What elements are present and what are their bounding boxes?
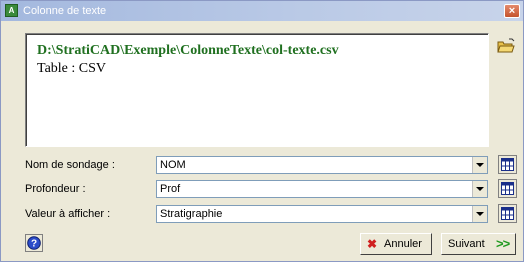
table-grid-icon bbox=[501, 182, 514, 195]
title-bar[interactable]: A Colonne de texte × bbox=[1, 1, 523, 21]
table-grid-icon bbox=[501, 207, 514, 220]
profondeur-table-button[interactable] bbox=[498, 179, 517, 198]
help-button[interactable]: ? bbox=[25, 234, 43, 252]
field-label-valeur: Valeur à afficher : bbox=[25, 208, 111, 220]
help-icon: ? bbox=[27, 236, 41, 250]
close-button[interactable]: × bbox=[504, 4, 520, 18]
nom-sondage-value: NOM bbox=[160, 159, 186, 171]
next-arrows-icon: >> bbox=[496, 236, 510, 251]
profondeur-value: Prof bbox=[160, 183, 181, 195]
open-file-button[interactable] bbox=[496, 37, 516, 55]
cancel-icon: ✖ bbox=[367, 237, 378, 251]
field-label-profondeur: Profondeur : bbox=[25, 183, 86, 195]
valeur-table-button[interactable] bbox=[498, 204, 517, 223]
valeur-value: Stratigraphie bbox=[160, 208, 223, 220]
file-info-box[interactable]: D:\StratiCAD\Exemple\ColonneTexte\col-te… bbox=[25, 33, 489, 147]
next-button[interactable]: Suivant >> bbox=[441, 233, 516, 255]
nom-sondage-dropdown-arrow[interactable] bbox=[472, 157, 487, 173]
valeur-select[interactable]: Stratigraphie bbox=[156, 205, 488, 223]
field-label-nom-sondage: Nom de sondage : bbox=[25, 159, 115, 171]
app-icon: A bbox=[5, 4, 18, 17]
valeur-dropdown-arrow[interactable] bbox=[472, 206, 487, 222]
table-grid-icon bbox=[501, 158, 514, 171]
chevron-down-icon bbox=[476, 187, 484, 191]
window-title: Colonne de texte bbox=[23, 5, 107, 17]
nom-sondage-table-button[interactable] bbox=[498, 155, 517, 174]
profondeur-dropdown-arrow[interactable] bbox=[472, 181, 487, 197]
cancel-button-label: Annuler bbox=[384, 238, 422, 250]
nom-sondage-select[interactable]: NOM bbox=[156, 156, 488, 174]
next-button-label: Suivant bbox=[448, 238, 485, 250]
file-path-text: D:\StratiCAD\Exemple\ColonneTexte\col-te… bbox=[37, 43, 339, 58]
cancel-button[interactable]: ✖ Annuler bbox=[360, 233, 432, 255]
profondeur-select[interactable]: Prof bbox=[156, 180, 488, 198]
chevron-down-icon bbox=[476, 163, 484, 167]
table-type-text: Table : CSV bbox=[37, 61, 107, 76]
chevron-down-icon bbox=[476, 212, 484, 216]
open-folder-icon bbox=[497, 38, 515, 53]
svg-text:?: ? bbox=[31, 239, 37, 250]
dialog-window: A Colonne de texte × D:\StratiCAD\Exempl… bbox=[0, 0, 524, 262]
